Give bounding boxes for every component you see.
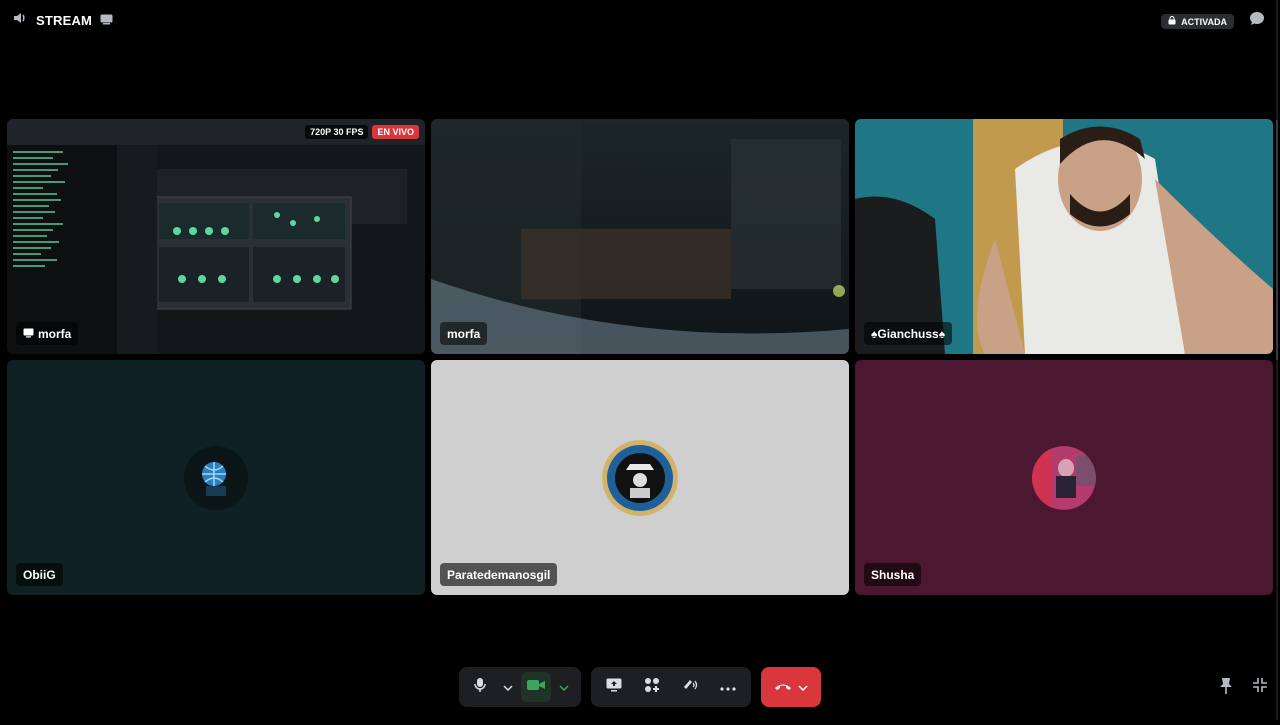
chat-bubble-icon[interactable]	[1248, 10, 1266, 33]
more-options-button[interactable]	[713, 672, 743, 702]
microphone-options-button[interactable]	[497, 672, 519, 702]
disconnect-button[interactable]	[761, 667, 821, 707]
participant-name-tag: ObiiG	[16, 563, 63, 586]
header-actions: ACTIVADA	[1161, 10, 1266, 33]
status-badge-label: ACTIVADA	[1181, 16, 1227, 27]
pin-icon[interactable]	[1218, 677, 1234, 700]
live-badge: EN VIVO	[372, 125, 419, 139]
soundboard-button[interactable]	[675, 672, 705, 702]
user-avatar	[1032, 445, 1096, 510]
status-badge[interactable]: ACTIVADA	[1161, 14, 1234, 29]
voice-channel-icon	[12, 10, 28, 31]
text-chat-icon[interactable]	[100, 12, 113, 30]
channel-title: STREAM	[36, 13, 93, 28]
participant-name: ♠Gianchuss♠	[871, 326, 946, 341]
participant-name: ObiiG	[23, 567, 56, 582]
exit-fullscreen-icon[interactable]	[1252, 677, 1268, 700]
chevron-down-icon[interactable]	[798, 678, 808, 696]
avatar-tile[interactable]: ObiiG	[7, 360, 425, 595]
shared-screen-image	[7, 119, 425, 354]
camera-feed-image	[431, 119, 849, 354]
camera-tile[interactable]: morfa	[431, 119, 849, 354]
participant-name-tag: ♠Gianchuss♠	[864, 322, 953, 345]
screen-share-button[interactable]	[599, 672, 629, 702]
stream-info: 720P 30 FPS EN VIVO	[305, 125, 419, 139]
top-bar: STREAM ACTIVADA	[0, 0, 1280, 38]
screen-share-tile[interactable]: 720P 30 FPS EN VIVO morfa	[7, 119, 425, 354]
microphone-icon	[473, 677, 487, 698]
participant-name: morfa	[447, 326, 481, 341]
avatar-tile[interactable]: Paratedemanosgil	[431, 360, 849, 595]
channel-header: STREAM	[12, 10, 113, 31]
activities-button[interactable]	[637, 672, 667, 702]
screen-share-icon	[23, 327, 34, 341]
participant-name-tag: Paratedemanosgil	[440, 563, 558, 586]
call-controls	[459, 667, 821, 707]
camera-icon	[527, 678, 545, 696]
camera-feed-image	[855, 119, 1273, 354]
media-controls-group	[459, 667, 581, 707]
camera-tile[interactable]: ♠Gianchuss♠	[855, 119, 1273, 354]
activity-controls-group	[591, 667, 751, 707]
soundboard-icon	[682, 677, 698, 698]
stream-quality-badge: 720P 30 FPS	[305, 125, 369, 139]
activities-icon	[644, 677, 660, 698]
scrollbar[interactable]	[1274, 0, 1280, 720]
hang-up-icon	[774, 678, 792, 696]
camera-button[interactable]	[521, 672, 551, 702]
avatar-tile[interactable]: Shusha	[855, 360, 1273, 595]
participant-name-tag: Shusha	[864, 563, 922, 586]
participant-name: morfa	[38, 326, 72, 341]
microphone-button[interactable]	[465, 672, 495, 702]
user-avatar	[184, 445, 248, 510]
participant-name-tag: morfa	[440, 322, 488, 345]
participant-name: Shusha	[871, 567, 915, 582]
view-controls	[1218, 677, 1268, 700]
camera-options-button[interactable]	[553, 672, 575, 702]
chevron-down-icon	[559, 678, 569, 696]
screen-share-icon	[606, 678, 622, 697]
more-icon	[720, 678, 736, 696]
participant-name: Paratedemanosgil	[447, 567, 551, 582]
participant-name-tag: morfa	[16, 322, 79, 345]
user-avatar	[602, 439, 678, 516]
lock-icon	[1168, 16, 1176, 27]
chevron-down-icon	[503, 678, 513, 696]
